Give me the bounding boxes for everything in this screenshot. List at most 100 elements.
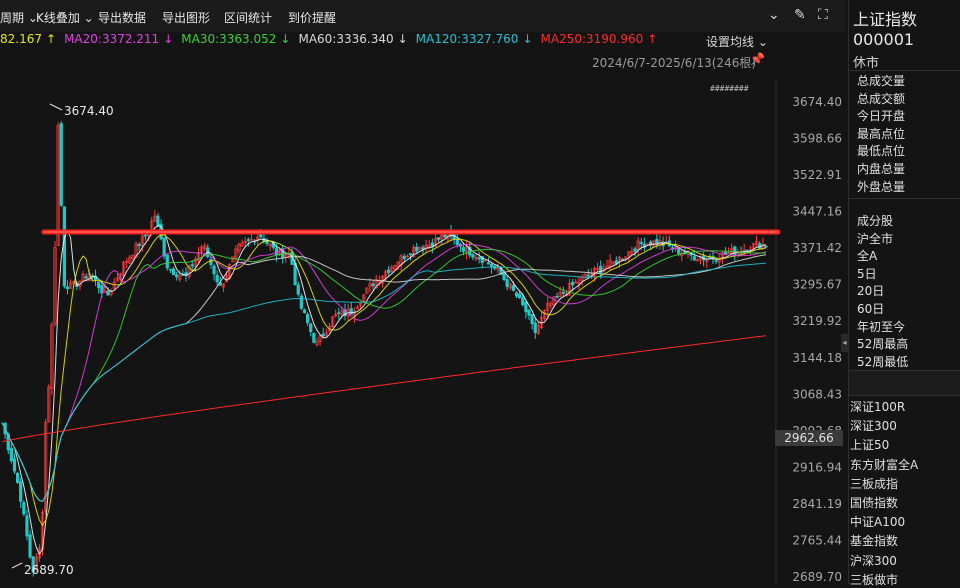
category-item[interactable]: 52周最低 [857,353,908,370]
candle-body [471,254,475,258]
candle-body [477,257,481,260]
candle-body [305,313,310,324]
stat-label: 最低点位 [857,144,906,159]
candle-body [9,447,13,462]
ma-legend-item: MA20:3372.211 [64,32,160,46]
range-stats-button[interactable]: 区间统计 [224,9,272,26]
ma-arrow: ↓ [280,32,291,46]
candle-body [521,297,525,306]
collapse-panel-toggle[interactable]: ◂ [841,334,848,352]
candle-body [168,268,172,271]
stock-name: 上证指数 [853,10,918,29]
stock-code: 000001 [853,30,915,49]
price-axis-label: 2916.94 [792,460,842,474]
candle-body [524,302,528,313]
ma-arrow: ↓ [163,32,174,46]
candle-body [302,309,307,313]
candle-body [486,262,491,265]
index-list-item[interactable]: 深证300 [850,417,897,434]
export-graph-button[interactable]: 导出图形 [162,9,210,26]
index-list-item[interactable]: 上证50 [850,436,889,453]
index-list-item[interactable]: 中证A100 [850,513,905,530]
candle-body [511,285,516,291]
index-list-item[interactable]: 深证100R [850,398,905,415]
index-list-item[interactable]: 三板成指 [850,475,898,492]
candle-body [321,333,325,337]
category-item[interactable]: 60日 [857,300,884,317]
candle-body [106,290,110,296]
ma-settings-button[interactable]: 设置均线 ⌄ [706,33,768,50]
period-menu[interactable]: 周期 ⌄ [0,9,38,26]
ma-legend-item: MA30:3363.052 [181,32,277,46]
candle-body [12,458,17,472]
candle-body [312,332,316,343]
stat-label: 内盘总量 [857,162,906,176]
category-item[interactable]: 全A [857,247,877,264]
candle-body [143,234,148,237]
candle-body [259,234,263,238]
axis-dots: ######## [710,84,749,93]
chevron-circle-icon[interactable]: ⌄ [768,7,780,23]
price-alert-button[interactable]: 到价提醒 [288,9,336,26]
candle-body [212,265,216,275]
candle-body [586,274,590,277]
candle-body [15,472,20,484]
index-list-item[interactable]: 东方财富全A [850,456,918,473]
category-item[interactable]: 5日 [857,265,877,282]
candle-body [246,239,250,241]
candle-body [156,215,160,226]
price-axis-label: 3144.18 [792,351,842,365]
index-list-item[interactable]: 沪深300 [850,552,897,569]
low-annotation: 2689.70 [24,563,74,577]
candle-body [84,276,88,279]
candle-body [65,286,70,290]
candle-body [309,323,313,332]
candle-body [561,291,565,294]
candle-body [502,272,506,280]
candle-body [733,246,737,256]
ma-arrow: ↓ [522,32,533,46]
high-pointer [49,103,63,111]
quote-panel: 上证指数 000001 休市 总成交量 总成交额 今日开盘 最高点位 最低点位 内盘总量外… [848,0,960,587]
fullscreen-icon[interactable]: ⛶ [818,7,828,23]
candle-body [59,123,63,206]
candle-body [518,293,522,298]
brush-icon[interactable]: ✎ [794,7,806,23]
category-item[interactable]: 20日 [857,282,884,299]
toolbar: 周期 ⌄ K线叠加 ⌄ 导出数据 导出图形 区间统计 到价提醒 ⌄ ✎ ⛶ [0,0,846,32]
category-item[interactable]: 沪全市 [857,230,893,247]
category-item[interactable]: 52周最高 [857,335,908,352]
candle-body [530,314,534,325]
index-list-item[interactable]: 国债指数 [850,494,898,511]
ma-line [1,254,767,502]
candle-body [415,246,419,252]
export-data-button[interactable]: 导出数据 [98,9,146,26]
category-item[interactable]: 年初至今 [857,318,905,335]
ma-legend-item: 82.167 [0,32,42,46]
candle-body [655,239,659,245]
candle-body [171,268,176,276]
kline-chart[interactable]: 3674.40 3598.66 3522.91 3447.16 3371.42 3295.… [0,0,846,584]
candle-body [408,253,413,256]
category-item[interactable]: 成分股 [857,212,893,229]
candle-body [533,322,537,334]
ma250-line [1,335,767,443]
ma-legend-item: MA120:3327.760 [415,32,519,46]
high-annotation: 3674.40 [64,104,114,118]
ma-legend-item: MA60:3336.340 [298,32,394,46]
index-list-item[interactable]: 三板做市 [850,571,898,588]
candle-body [22,502,26,515]
ma-arrow: ↑ [46,32,57,46]
stat-label: 外盘总量 [857,179,906,194]
index-list-item[interactable]: 基金指数 [850,532,898,549]
candle-body [764,245,768,248]
kline-overlay-menu[interactable]: K线叠加 ⌄ [36,9,94,26]
candle-body [25,515,29,537]
candle-body [714,260,718,262]
pin-icon[interactable]: 📌 [750,52,765,66]
stat-label: 今日开盘 [857,109,906,124]
ma-line [1,248,766,502]
stat-label: 最高点位 [857,126,906,141]
candle-body [165,254,169,269]
candle-body [639,241,643,244]
